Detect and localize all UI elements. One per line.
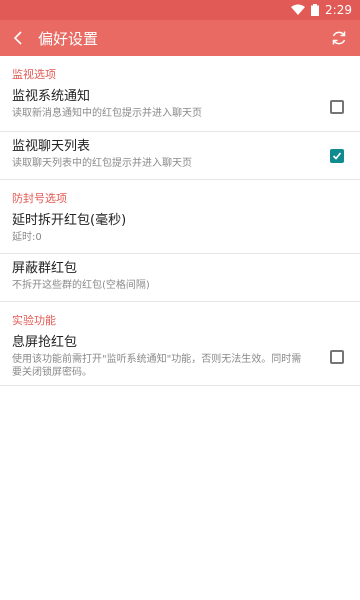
battery-icon <box>311 4 320 16</box>
pref-title: 监视系统通知 <box>12 89 91 104</box>
section-header-experimental: 实验功能 <box>12 314 56 327</box>
back-button[interactable] <box>0 20 36 56</box>
checkmark-icon <box>332 151 342 160</box>
status-bar: 2:29 <box>0 0 360 20</box>
app-toolbar: 偏好设置 <box>0 20 360 56</box>
status-time: 2:29 <box>325 3 352 17</box>
wifi-icon <box>291 4 306 16</box>
checkbox-screen-off-grab[interactable] <box>330 349 344 364</box>
section-header-monitor: 监视选项 <box>12 68 56 81</box>
chevron-left-icon <box>13 31 22 45</box>
pref-block-groups[interactable]: 屏蔽群红包 不拆开这些群的红包(空格间隔) <box>0 254 360 302</box>
pref-title: 监视聊天列表 <box>12 139 91 154</box>
pref-summary: 不拆开这些群的红包(空格间隔) <box>12 280 150 291</box>
settings-list: 监视选项 监视系统通知 读取新消息通知中的红包提示并进入聊天页 监视聊天列表 读… <box>0 56 360 386</box>
refresh-button[interactable] <box>330 29 348 47</box>
pref-monitor-notification[interactable]: 监视系统通知 读取新消息通知中的红包提示并进入聊天页 <box>0 82 360 132</box>
refresh-icon <box>332 31 346 45</box>
pref-screen-off-grab[interactable]: 息屏抢红包 使用该功能前需打开"监听系统通知"功能，否则无法生效。同时需要关闭锁… <box>0 328 360 386</box>
section-header-anti-ban: 防封号选项 <box>12 192 67 205</box>
page-title: 偏好设置 <box>38 29 99 48</box>
pref-title: 延时拆开红包(毫秒) <box>12 213 127 228</box>
pref-title: 息屏抢红包 <box>12 335 78 350</box>
pref-summary: 读取新消息通知中的红包提示并进入聊天页 <box>12 108 202 119</box>
pref-summary: 延时:0 <box>12 232 42 243</box>
pref-delay-open[interactable]: 延时拆开红包(毫秒) 延时:0 <box>0 206 360 254</box>
pref-title: 屏蔽群红包 <box>12 261 78 276</box>
pref-summary: 使用该功能前需打开"监听系统通知"功能，否则无法生效。同时需要关闭锁屏密码。 <box>12 354 302 378</box>
pref-summary: 读取聊天列表中的红包提示并进入聊天页 <box>12 158 192 169</box>
checkbox-monitor-chatlist[interactable] <box>330 148 344 163</box>
checkbox-monitor-notification[interactable] <box>330 99 344 114</box>
pref-monitor-chatlist[interactable]: 监视聊天列表 读取聊天列表中的红包提示并进入聊天页 <box>0 132 360 180</box>
